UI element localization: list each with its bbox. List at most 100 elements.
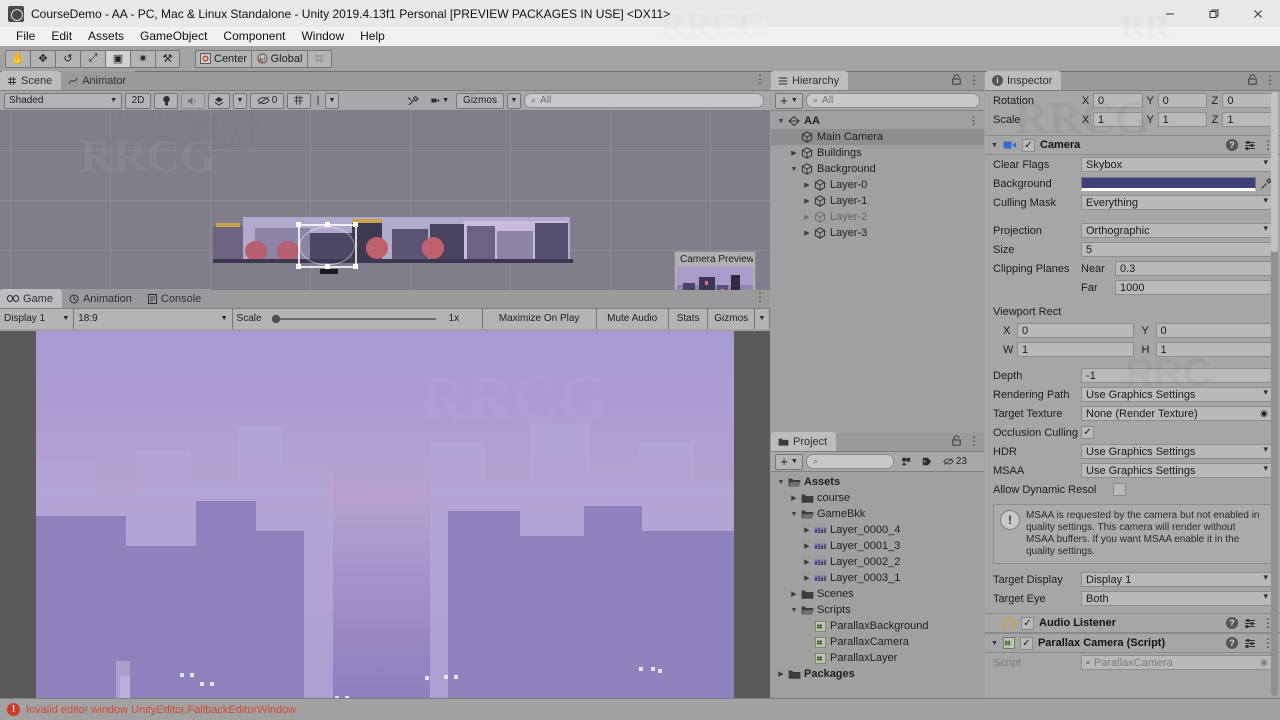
hand-tool-button[interactable]: ✋ [5,49,30,68]
game-viewport[interactable]: RRCG 人人素材 素材 人人 [0,331,770,698]
game-display-dropdown[interactable]: Display 1 ▼ [0,308,75,329]
transform-tool-button[interactable]: ✷ [130,49,155,68]
minimize-icon[interactable] [1148,0,1192,27]
tab-project[interactable]: Project [771,432,837,451]
tree-row[interactable]: ▼ Background [771,161,984,177]
expand-arrow-closed-icon[interactable]: ▶ [801,213,813,221]
expand-arrow-open-icon[interactable]: ▼ [788,607,800,614]
project-tree[interactable]: ▼ Assets ▶ course ▼ GameBkk ▶ Layer_0000_4 ▶ Laye… [771,472,984,682]
expand-arrow-open-icon[interactable]: ▼ [775,479,787,486]
tree-row[interactable]: ▶ Layer_0000_4 [771,522,984,538]
expand-arrow-closed-icon[interactable]: ▶ [801,181,813,189]
tab-scene[interactable]: Scene [0,71,62,90]
rotation-x-field[interactable]: 0 [1093,93,1143,108]
handle-mode-button[interactable]: Global [251,49,308,68]
game-aspect-dropdown[interactable]: 18:9 ▼ [74,308,233,329]
expand-arrow-open-icon[interactable]: ▼ [788,166,800,173]
filter-label-icon[interactable] [918,454,936,470]
target-eye-dropdown[interactable]: Both [1081,591,1272,606]
expand-arrow-closed-icon[interactable]: ▶ [801,526,813,534]
scale-slider-track[interactable] [268,313,443,325]
size-field[interactable]: 5 [1081,242,1272,257]
hierarchy-add-button[interactable]: + ▼ [775,92,803,109]
expand-arrow-open-icon[interactable]: ▼ [775,118,787,125]
tree-row[interactable]: ▼ GameBkk [771,506,984,522]
help-icon[interactable]: ? [1226,637,1238,649]
msaa-dropdown[interactable]: Use Graphics Settings [1081,463,1272,478]
tab-animation[interactable]: Animation [61,289,141,308]
scene-lighting-toggle[interactable] [154,92,178,109]
rect-tool-button[interactable]: ▣ [105,49,130,68]
tab-console[interactable]: Console [140,289,211,308]
projection-dropdown[interactable]: Orthographic [1081,223,1272,238]
preset-icon[interactable] [1244,638,1256,649]
tree-row[interactable]: ▶ Layer_0002_2 [771,554,984,570]
tree-row[interactable]: ▶ ParallaxLayer [771,650,984,666]
tree-row[interactable]: ▶ ParallaxCamera [771,634,984,650]
scene-selection-gizmo[interactable] [0,111,770,290]
preset-icon[interactable] [1244,140,1256,151]
expand-arrow-closed-icon[interactable]: ▶ [788,149,800,157]
depth-field[interactable]: -1 [1081,368,1272,383]
menu-edit[interactable]: Edit [43,27,80,46]
inspector-menu[interactable]: ⋮ [1264,74,1276,86]
tab-inspector[interactable]: i Inspector [985,71,1062,90]
camera-enabled-checkbox[interactable]: ✓ [1021,138,1035,152]
scene-camera-button[interactable]: ▼ [427,93,453,109]
project-add-button[interactable]: + ▼ [775,453,803,470]
scene-viewport[interactable]: RRCG Camera Preview [0,111,770,290]
tree-row-menu[interactable]: ⋮ [968,116,979,127]
expand-arrow-closed-icon[interactable]: ▶ [801,542,813,550]
menu-gameobject[interactable]: GameObject [132,27,215,46]
tab-game[interactable]: Game [0,289,62,308]
camera-component-header[interactable]: ▼ ✓ Camera ? ⋮ [985,135,1280,155]
tree-row[interactable]: ▼ AA ⋮ [771,113,984,129]
expand-arrow-closed-icon[interactable]: ▶ [775,670,787,678]
tree-row[interactable]: ▶ Packages [771,666,984,682]
tree-row[interactable]: ▶ ParallaxBackground [771,618,984,634]
allow-dynamic-resolution-checkbox[interactable] [1113,483,1126,496]
viewport-x-field[interactable]: 0 [1017,323,1134,338]
expand-arrow-closed-icon[interactable]: ▶ [788,590,800,598]
parallax-camera-enabled-checkbox[interactable]: ✓ [1019,636,1033,650]
clipping-near-field[interactable]: 0.3 [1115,261,1272,276]
move-tool-button[interactable]: ✥ [30,49,55,68]
scene-draw-mode-dropdown[interactable]: Shaded ▼ [4,92,122,109]
grid-snap-button[interactable] [307,49,333,68]
hierarchy-menu[interactable]: ⋮ [968,74,980,86]
tree-row[interactable]: ▶ Layer-0 [771,177,984,193]
filter-type-icon[interactable] [897,454,915,470]
scene-audio-toggle[interactable] [181,92,205,109]
clipping-far-field[interactable]: 1000 [1115,280,1272,295]
tab-animator[interactable]: Animator [61,71,136,90]
game-maximize-on-play-button[interactable]: Maximize On Play [482,308,597,329]
culling-mask-dropdown[interactable]: Everything [1081,195,1272,210]
menu-file[interactable]: File [8,27,43,46]
tree-row[interactable]: ▶ Layer-3 [771,225,984,241]
tree-row[interactable]: ▶ Layer_0001_3 [771,538,984,554]
scale-z-field[interactable]: 1 [1222,112,1273,127]
lock-icon[interactable] [1248,74,1257,85]
target-texture-field[interactable]: None (Render Texture) ◉ [1081,406,1272,421]
scene-panel-menu[interactable]: ⋮ [754,73,766,85]
tree-row[interactable]: ▶ Buildings [771,145,984,161]
help-icon[interactable]: ? [1226,139,1238,151]
inspector-scrollbar[interactable] [1271,92,1278,696]
camera-foldout-arrow[interactable]: ▼ [991,142,998,149]
game-gizmos-button[interactable]: Gizmos [708,308,755,329]
expand-arrow-closed-icon[interactable]: ▶ [801,197,813,205]
tree-row[interactable]: ▶ Scenes [771,586,984,602]
game-panel-menu[interactable]: ⋮ [754,291,766,303]
clear-flags-dropdown[interactable]: Skybox [1081,157,1272,172]
scene-grid-toggle[interactable]: Y [287,92,311,109]
inspector-scrollbar-thumb[interactable] [1271,92,1278,252]
pivot-mode-button[interactable]: Center [195,49,252,68]
project-hidden-count[interactable]: 23 [939,454,971,470]
tab-hierarchy[interactable]: Hierarchy [771,71,849,90]
occlusion-culling-checkbox[interactable]: ✓ [1081,426,1094,439]
scene-gizmos-dropdown[interactable]: ▼ [507,92,521,109]
parallax-camera-foldout-arrow[interactable]: ▼ [991,640,998,647]
help-icon[interactable]: ? [1226,617,1238,629]
viewport-w-field[interactable]: 1 [1017,342,1134,357]
rotate-tool-button[interactable]: ↺ [55,49,80,68]
